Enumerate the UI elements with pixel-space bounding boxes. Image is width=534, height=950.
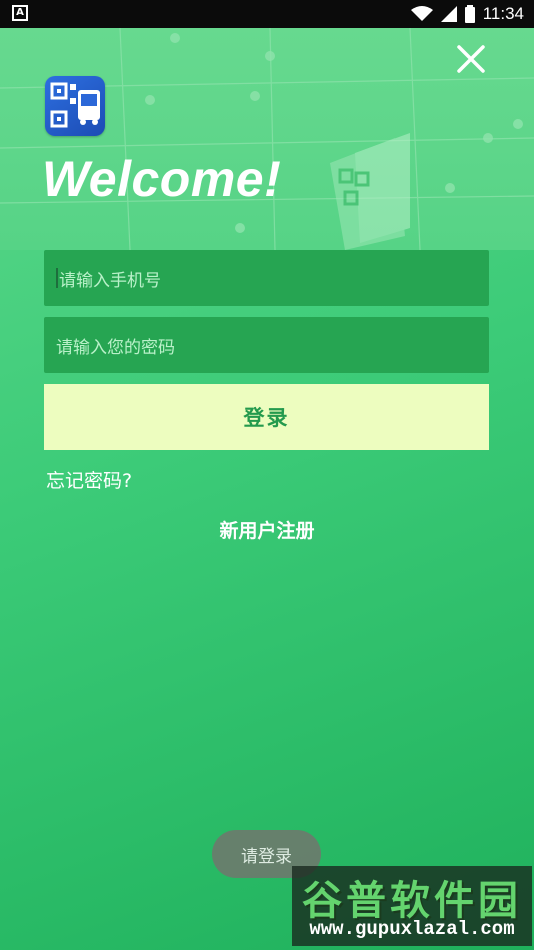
password-placeholder: 请输入您的密码 xyxy=(56,337,175,358)
qr-bus-icon xyxy=(50,82,100,128)
login-button[interactable]: 登录 xyxy=(44,384,489,450)
battery-icon xyxy=(464,5,475,23)
close-icon[interactable] xyxy=(454,42,488,76)
watermark: 谷普软件园 www.gupuxlazal.com xyxy=(292,866,532,946)
welcome-title: Welcome! xyxy=(42,151,282,207)
text-cursor xyxy=(56,268,58,288)
app-logo xyxy=(45,76,105,136)
wifi-icon xyxy=(410,6,433,21)
phone-placeholder: 请输入手机号 xyxy=(59,270,161,291)
signal-icon xyxy=(440,6,457,22)
password-input[interactable]: 请输入您的密码 xyxy=(44,317,489,373)
watermark-url: www.gupuxlazal.com xyxy=(309,918,515,940)
register-link[interactable]: 新用户注册 xyxy=(0,516,534,543)
status-bar: A 11:34 xyxy=(0,0,534,28)
notification-icon: A xyxy=(12,5,28,21)
forgot-password-link[interactable]: 忘记密码? xyxy=(46,466,132,493)
clock: 11:34 xyxy=(482,4,524,23)
phone-input[interactable]: 请输入手机号 xyxy=(44,250,489,306)
